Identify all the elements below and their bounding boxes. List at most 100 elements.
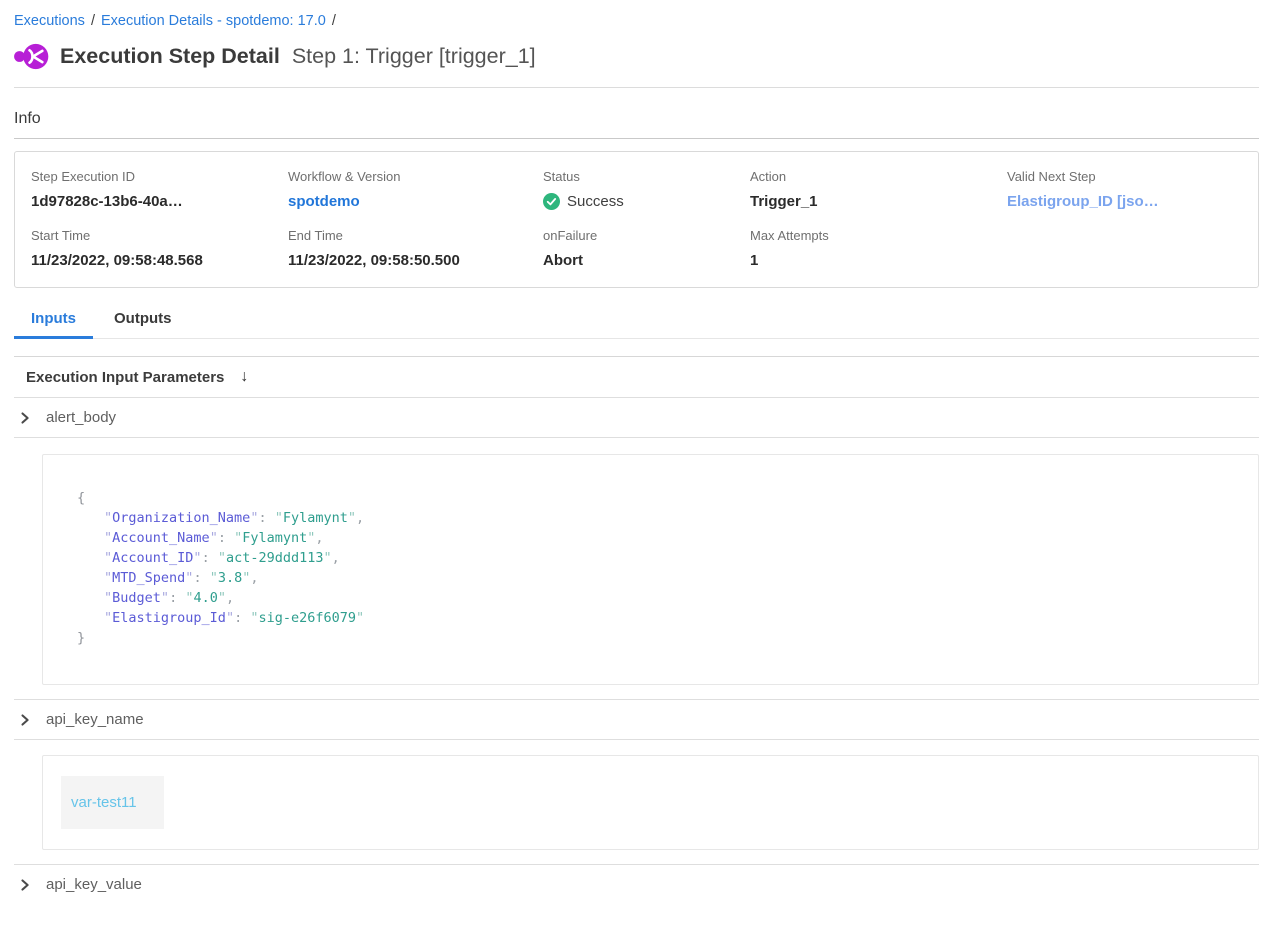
code-token: " <box>348 510 356 526</box>
breadcrumb-link-execution-details[interactable]: Execution Details - spotdemo: 17.0 <box>101 13 326 29</box>
code-token: 3.8 <box>218 570 242 586</box>
info-card: Step Execution ID 1d97828c-13b6-40a… Wor… <box>14 151 1259 288</box>
code-token: } <box>77 630 85 646</box>
code-token: : <box>218 530 234 546</box>
api-key-name-value: var-test11 <box>71 794 137 811</box>
code-line: "Organization_Name": "Fylamynt", <box>77 508 1228 528</box>
json-code: {"Organization_Name": "Fylamynt","Accoun… <box>77 488 1228 648</box>
param-name: alert_body <box>46 409 116 426</box>
field-workflow-version: Workflow & Version spotdemo <box>288 169 543 210</box>
tab-bar: Inputs Outputs <box>14 310 1259 339</box>
code-token: , <box>356 510 364 526</box>
code-token: " <box>324 550 332 566</box>
divider <box>14 138 1259 139</box>
code-token: MTD_Spend <box>112 570 185 586</box>
field-on-failure: onFailure Abort <box>543 228 750 269</box>
code-token: " <box>218 590 226 606</box>
code-token: " <box>210 530 218 546</box>
code-token: " <box>104 510 112 526</box>
code-token: 4.0 <box>193 590 217 606</box>
code-token: " <box>161 590 169 606</box>
param-name: api_key_value <box>46 876 142 893</box>
param-row-api-key-name[interactable]: api_key_name <box>14 700 1259 739</box>
api-key-name-value-panel: var-test11 <box>42 755 1259 850</box>
param-row-api-key-value[interactable]: api_key_value <box>14 865 1259 904</box>
status-text: Success <box>567 193 624 210</box>
code-line: "MTD_Spend": "3.8", <box>77 568 1228 588</box>
code-token: " <box>104 590 112 606</box>
alert-body-json-viewer: {"Organization_Name": "Fylamynt","Accoun… <box>42 454 1259 685</box>
field-value: 11/23/2022, 09:58:50.500 <box>288 252 543 269</box>
divider <box>14 437 1259 438</box>
down-arrow-icon[interactable]: ↓ <box>240 368 248 386</box>
code-token: , <box>332 550 340 566</box>
code-line: "Account_Name": "Fylamynt", <box>77 528 1228 548</box>
code-line: } <box>77 628 1228 648</box>
code-token: " <box>104 530 112 546</box>
field-label: Action <box>750 169 1007 184</box>
code-token: sig-e26f6079 <box>258 610 356 626</box>
code-token: , <box>250 570 258 586</box>
divider <box>14 739 1259 740</box>
field-step-execution-id: Step Execution ID 1d97828c-13b6-40a… <box>31 169 288 210</box>
inputs-section-header: Execution Input Parameters ↓ <box>14 357 1259 397</box>
field-value: 11/23/2022, 09:58:48.568 <box>31 252 288 269</box>
param-name: api_key_name <box>46 711 144 728</box>
field-valid-next-step: Valid Next Step Elastigroup_ID [jso… <box>1007 169 1242 210</box>
code-token: " <box>104 550 112 566</box>
divider <box>14 87 1259 88</box>
breadcrumb-separator: / <box>332 13 336 29</box>
code-line: "Budget": "4.0", <box>77 588 1228 608</box>
code-token: " <box>234 530 242 546</box>
code-token: Fylamynt <box>242 530 307 546</box>
breadcrumb-link-executions[interactable]: Executions <box>14 13 85 29</box>
page-subtitle: Step 1: Trigger [trigger_1] <box>292 44 536 69</box>
code-line: { <box>77 488 1228 508</box>
field-label: Workflow & Version <box>288 169 543 184</box>
code-token: Budget <box>112 590 161 606</box>
code-token: , <box>315 530 323 546</box>
field-label: Status <box>543 169 750 184</box>
code-token: Elastigroup_Id <box>112 610 226 626</box>
tab-outputs[interactable]: Outputs <box>97 310 189 339</box>
param-row-alert-body[interactable]: alert_body <box>14 398 1259 437</box>
field-end-time: End Time 11/23/2022, 09:58:50.500 <box>288 228 543 269</box>
code-line: "Elastigroup_Id": "sig-e26f6079" <box>77 608 1228 628</box>
info-section-heading: Info <box>14 110 1259 128</box>
chevron-right-icon <box>19 412 31 424</box>
code-token: " <box>275 510 283 526</box>
code-token: : <box>169 590 185 606</box>
success-check-icon <box>543 193 560 210</box>
field-label: Start Time <box>31 228 288 243</box>
code-token: " <box>104 570 112 586</box>
code-token: " <box>226 610 234 626</box>
code-token: " <box>193 550 201 566</box>
code-token: Account_ID <box>112 550 193 566</box>
breadcrumb: Executions / Execution Details - spotdemo:… <box>14 13 1259 29</box>
code-token: : <box>193 570 209 586</box>
next-step-link[interactable]: Elastigroup_ID [jso… <box>1007 193 1242 210</box>
code-token: " <box>356 610 364 626</box>
code-token: act-29ddd113 <box>226 550 324 566</box>
code-token: : <box>202 550 218 566</box>
tab-inputs[interactable]: Inputs <box>14 310 93 339</box>
chevron-right-icon <box>19 714 31 726</box>
page-header: Execution Step Detail Step 1: Trigger [t… <box>14 42 1259 71</box>
field-value: Trigger_1 <box>750 193 1007 210</box>
code-token: " <box>104 610 112 626</box>
workflow-link[interactable]: spotdemo <box>288 193 543 210</box>
field-start-time: Start Time 11/23/2022, 09:58:48.568 <box>31 228 288 269</box>
code-token: : <box>234 610 250 626</box>
field-label: Max Attempts <box>750 228 1007 243</box>
api-key-name-value-box: var-test11 <box>61 776 164 829</box>
code-token: Organization_Name <box>112 510 250 526</box>
field-empty <box>1007 228 1242 269</box>
field-label: onFailure <box>543 228 750 243</box>
field-label: Step Execution ID <box>31 169 288 184</box>
code-token: " <box>210 570 218 586</box>
code-token: Fylamynt <box>283 510 348 526</box>
field-max-attempts: Max Attempts 1 <box>750 228 1007 269</box>
section-title: Execution Input Parameters <box>26 369 224 386</box>
code-token: { <box>77 490 85 506</box>
code-token: " <box>218 550 226 566</box>
